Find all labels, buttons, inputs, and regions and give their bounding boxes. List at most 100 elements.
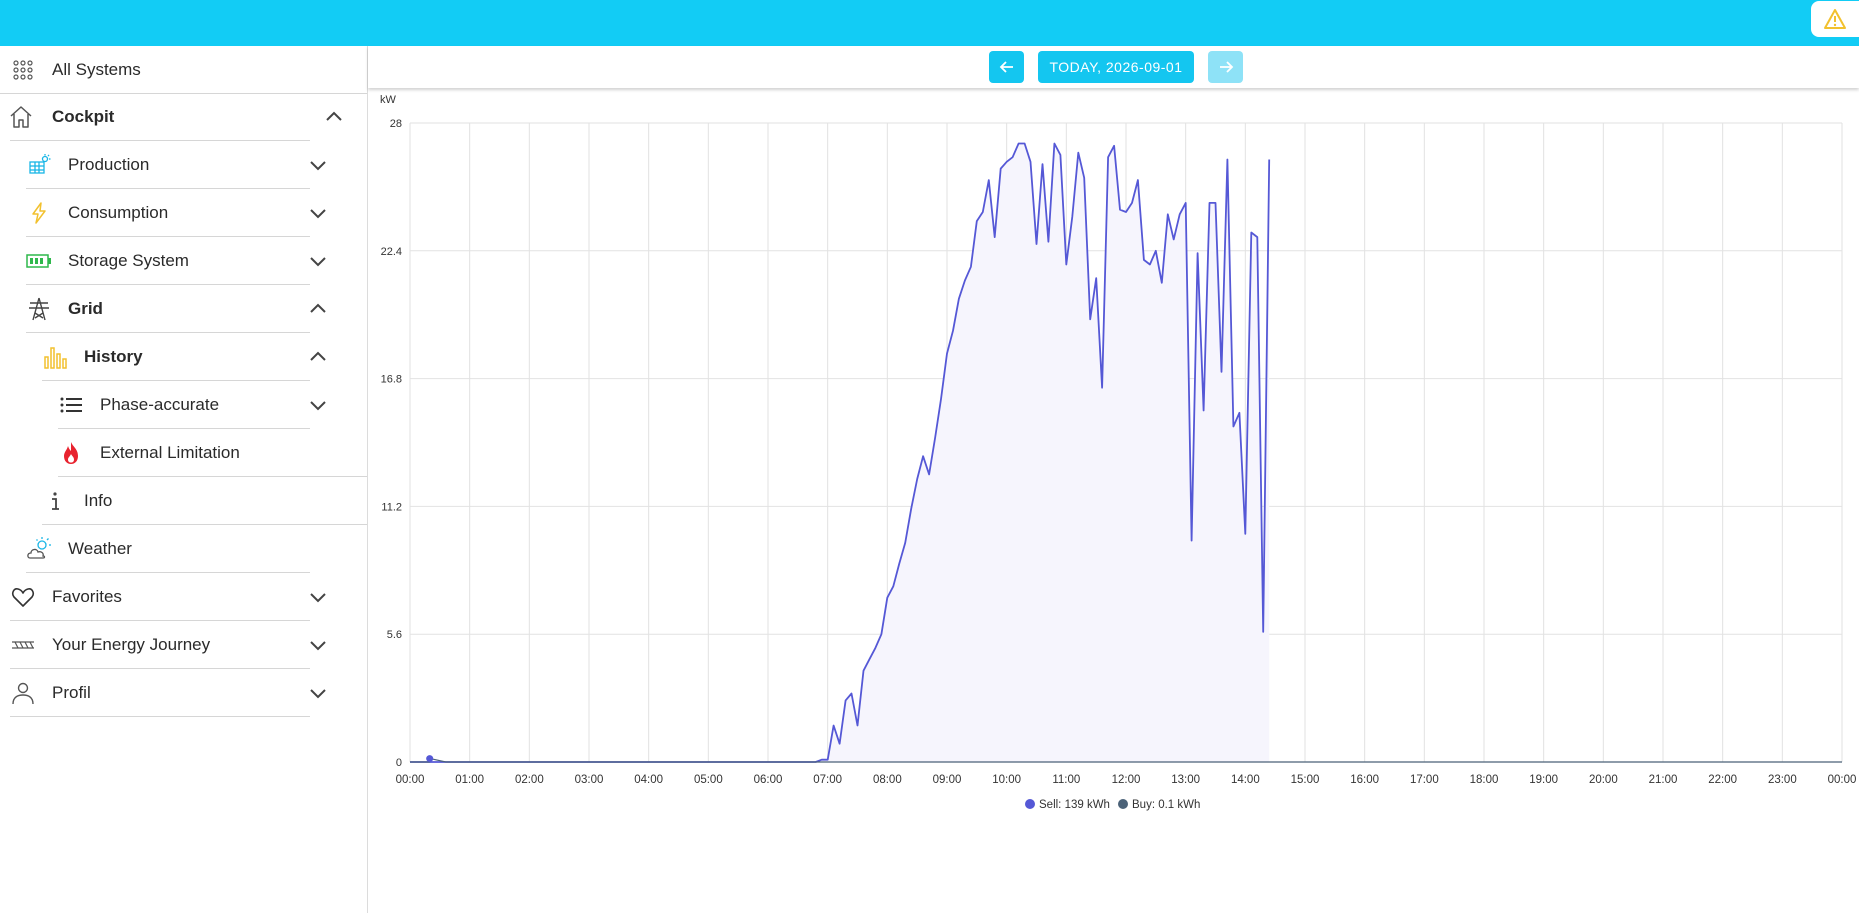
top-app-bar [0, 0, 1859, 46]
sidebar-item-label: Weather [68, 538, 132, 558]
sidebar-item-cockpit[interactable]: Cockpit [8, 94, 342, 141]
journey-icon [10, 632, 36, 658]
sidebar-item-phase-accurate[interactable]: Phase-accurate [58, 381, 326, 429]
x-tick-label: 22:00 [1708, 774, 1737, 786]
heart-icon [10, 584, 36, 610]
user-icon [10, 680, 36, 706]
chevron-down-icon[interactable] [308, 155, 328, 175]
sidebar-item-energy-journey[interactable]: Your Energy Journey [10, 621, 326, 669]
sidebar-item-label: Storage System [68, 250, 189, 270]
legend-buy-swatch [1118, 799, 1128, 809]
arrow-right-icon [1219, 61, 1233, 73]
x-tick-label: 17:00 [1410, 774, 1439, 786]
home-icon [8, 104, 34, 130]
x-tick-label: 12:00 [1112, 774, 1141, 786]
sidebar-item-label: History [84, 346, 143, 366]
sidebar-item-label: Favorites [52, 586, 122, 606]
x-tick-label: 00:00 [396, 774, 425, 786]
sell-area [410, 143, 1270, 762]
sidebar-item-favorites[interactable]: Favorites [10, 573, 326, 621]
chevron-down-icon[interactable] [308, 395, 328, 415]
y-tick-label: 5.6 [387, 629, 402, 641]
x-tick-label: 09:00 [933, 774, 962, 786]
x-tick-label: 07:00 [813, 774, 842, 786]
sidebar-item-label: All Systems [52, 59, 141, 79]
date-picker-button[interactable]: TODAY, 2026-09-01 [1038, 51, 1194, 83]
apps-grid-icon [10, 57, 36, 83]
chevron-up-icon[interactable] [324, 107, 344, 127]
info-icon [42, 488, 68, 514]
sidebar-item-weather[interactable]: Weather [26, 525, 310, 573]
sidebar-item-production[interactable]: Production [26, 141, 326, 189]
chevron-down-icon[interactable] [308, 203, 328, 223]
sidebar-item-history[interactable]: History [42, 333, 326, 381]
next-day-button[interactable] [1208, 51, 1243, 83]
legend-sell-label: Sell: 139 kWh [1039, 799, 1110, 811]
sidebar-item-label: Consumption [68, 202, 169, 222]
list-icon [58, 392, 84, 418]
grid-history-chart: 0 5.6 11.2 16.8 22.4 28 00:00 01:00 02:00 03:00 04… [368, 88, 1859, 913]
weather-icon [26, 536, 52, 562]
x-tick-label: 16:00 [1350, 774, 1379, 786]
sidebar-item-consumption[interactable]: Consumption [26, 189, 326, 237]
power-pylon-icon [26, 296, 52, 322]
x-tick-label: 15:00 [1291, 774, 1320, 786]
sidebar-item-label: Production [68, 154, 150, 174]
sidebar-nav: All Systems Cockpit Production Consumpti… [0, 46, 368, 913]
x-tick-label: 13:00 [1171, 774, 1200, 786]
chevron-down-icon[interactable] [308, 683, 328, 703]
x-tick-label: 01:00 [455, 774, 484, 786]
x-tick-label: 20:00 [1589, 774, 1618, 786]
legend-sell-swatch [1025, 799, 1035, 809]
sidebar-item-label: Info [84, 490, 113, 510]
y-tick-label: 22.4 [381, 246, 402, 258]
sidebar-item-label: Cockpit [52, 107, 115, 126]
chevron-up-icon[interactable] [308, 347, 328, 367]
x-tick-label: 04:00 [634, 774, 663, 786]
x-tick-label: 19:00 [1529, 774, 1558, 786]
x-tick-label: 05:00 [694, 774, 723, 786]
solar-panel-icon [26, 152, 52, 178]
x-tick-label: 03:00 [575, 774, 604, 786]
chevron-down-icon[interactable] [308, 587, 328, 607]
sidebar-item-label: Grid [68, 298, 103, 318]
arrow-left-icon [999, 61, 1013, 73]
y-tick-label: 28 [390, 118, 402, 130]
sidebar-item-label: Phase-accurate [100, 394, 220, 414]
x-tick-label: 21:00 [1649, 774, 1678, 786]
y-axis-label: kW [380, 94, 397, 106]
y-tick-label: 16.8 [381, 374, 402, 386]
chevron-up-icon[interactable] [308, 299, 328, 319]
chart-svg: 0 5.6 11.2 16.8 22.4 28 00:00 01:00 02:00 03:00 04… [380, 94, 1857, 811]
chevron-down-icon[interactable] [308, 251, 328, 271]
sidebar-item-profil[interactable]: Profil [10, 669, 326, 717]
warning-icon [1824, 9, 1846, 29]
legend-buy-label: Buy: 0.1 kWh [1132, 799, 1200, 811]
previous-day-button[interactable] [989, 51, 1024, 83]
x-tick-label: 02:00 [515, 774, 544, 786]
sidebar-item-info[interactable]: Info [42, 477, 367, 525]
x-tick-label: 18:00 [1470, 774, 1499, 786]
sidebar-item-label: Profil [52, 682, 91, 702]
x-tick-label: 00:00 [1828, 774, 1857, 786]
sidebar-item-grid[interactable]: Grid [26, 285, 326, 333]
lightning-icon [26, 200, 52, 226]
warning-button[interactable] [1811, 1, 1859, 37]
sidebar-item-storage-system[interactable]: Storage System [26, 237, 326, 285]
battery-icon [26, 248, 52, 274]
x-tick-label: 06:00 [754, 774, 783, 786]
bar-chart-icon [42, 344, 68, 370]
main-content: TODAY, 2026-09-01 0 5.6 11.2 16.8 22.4 28 00:0… [368, 46, 1859, 913]
chevron-down-icon[interactable] [308, 635, 328, 655]
x-tick-label: 23:00 [1768, 774, 1797, 786]
sidebar-item-external-limitation[interactable]: External Limitation [58, 429, 367, 477]
y-tick-label: 0 [396, 757, 402, 769]
x-tick-label: 14:00 [1231, 774, 1260, 786]
buy-series-marker [426, 755, 434, 763]
y-tick-label: 11.2 [381, 501, 402, 513]
sidebar-item-all-systems[interactable]: All Systems [0, 46, 367, 94]
sidebar-item-label: Your Energy Journey [52, 634, 211, 654]
x-tick-label: 10:00 [992, 774, 1021, 786]
date-navigation-bar: TODAY, 2026-09-01 [368, 46, 1859, 88]
flame-icon [58, 440, 84, 466]
